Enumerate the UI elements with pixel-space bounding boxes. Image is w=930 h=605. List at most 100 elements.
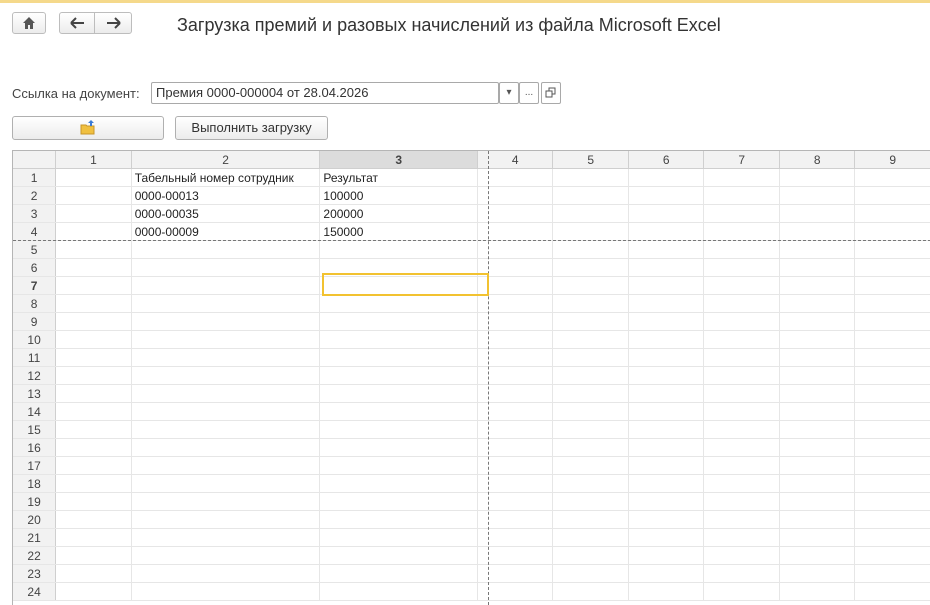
cell-r6-c6[interactable] [628, 258, 705, 277]
cell-r4-c1[interactable] [55, 222, 132, 241]
cell-r1-c2[interactable]: Табельный номер сотрудник [131, 168, 321, 187]
cell-r4-c7[interactable] [703, 222, 780, 241]
cell-r5-c3[interactable] [319, 240, 478, 259]
cell-r3-c8[interactable] [779, 204, 856, 223]
cell-r21-c6[interactable] [628, 528, 705, 547]
cell-r23-c9[interactable] [854, 564, 930, 583]
cell-r23-c2[interactable] [131, 564, 321, 583]
cell-r4-c8[interactable] [779, 222, 856, 241]
cell-r13-c7[interactable] [703, 384, 780, 403]
cell-r16-c7[interactable] [703, 438, 780, 457]
cell-r10-c9[interactable] [854, 330, 930, 349]
cell-r16-c5[interactable] [552, 438, 629, 457]
cell-r4-c9[interactable] [854, 222, 930, 241]
cell-r10-c8[interactable] [779, 330, 856, 349]
cell-r17-c3[interactable] [319, 456, 478, 475]
row-header[interactable]: 18 [13, 474, 57, 493]
cell-r23-c1[interactable] [55, 564, 132, 583]
cell-r13-c3[interactable] [319, 384, 478, 403]
cell-r24-c9[interactable] [854, 582, 930, 601]
cell-r17-c1[interactable] [55, 456, 132, 475]
cell-r22-c6[interactable] [628, 546, 705, 565]
cell-r2-c5[interactable] [552, 186, 629, 205]
row-header[interactable]: 7 [13, 276, 57, 295]
upload-button[interactable]: Выполнить загрузку [175, 116, 328, 140]
cell-r14-c2[interactable] [131, 402, 321, 421]
row-header[interactable]: 8 [13, 294, 57, 313]
cell-r12-c8[interactable] [779, 366, 856, 385]
cell-r16-c2[interactable] [131, 438, 321, 457]
row-header[interactable]: 17 [13, 456, 57, 475]
cell-r19-c7[interactable] [703, 492, 780, 511]
dropdown-button[interactable]: ▾ [499, 82, 519, 104]
cell-r1-c6[interactable] [628, 168, 705, 187]
cell-r18-c2[interactable] [131, 474, 321, 493]
cell-r12-c6[interactable] [628, 366, 705, 385]
cell-r18-c5[interactable] [552, 474, 629, 493]
cell-r9-c6[interactable] [628, 312, 705, 331]
column-header-9[interactable]: 9 [854, 151, 930, 169]
cell-r2-c8[interactable] [779, 186, 856, 205]
cell-r24-c8[interactable] [779, 582, 856, 601]
cell-r4-c3[interactable]: 150000 [319, 222, 478, 241]
row-header[interactable]: 19 [13, 492, 57, 511]
cell-r14-c9[interactable] [854, 402, 930, 421]
cell-r12-c7[interactable] [703, 366, 780, 385]
cell-r20-c1[interactable] [55, 510, 132, 529]
spreadsheet[interactable]: 123456789 1 Табельный номер сотрудник Резу… [12, 150, 930, 605]
cell-r15-c2[interactable] [131, 420, 321, 439]
cell-r12-c9[interactable] [854, 366, 930, 385]
home-button[interactable] [12, 12, 46, 34]
cell-r11-c1[interactable] [55, 348, 132, 367]
column-header-2[interactable]: 2 [131, 151, 321, 169]
row-header[interactable]: 24 [13, 582, 57, 601]
cell-r24-c3[interactable] [319, 582, 478, 601]
cell-r1-c3[interactable]: Результат [319, 168, 478, 187]
cell-r3-c2[interactable]: 0000-00035 [131, 204, 321, 223]
cell-r17-c8[interactable] [779, 456, 856, 475]
cell-r14-c5[interactable] [552, 402, 629, 421]
column-header-6[interactable]: 6 [628, 151, 705, 169]
row-header[interactable]: 14 [13, 402, 57, 421]
column-header-1[interactable]: 1 [55, 151, 132, 169]
cell-r10-c5[interactable] [552, 330, 629, 349]
cell-r1-c5[interactable] [552, 168, 629, 187]
cell-r9-c7[interactable] [703, 312, 780, 331]
row-header[interactable]: 13 [13, 384, 57, 403]
cell-r22-c5[interactable] [552, 546, 629, 565]
cell-r7-c6[interactable] [628, 276, 705, 295]
cell-r11-c3[interactable] [319, 348, 478, 367]
cell-r3-c5[interactable] [552, 204, 629, 223]
cell-r2-c3[interactable]: 100000 [319, 186, 478, 205]
cell-r13-c8[interactable] [779, 384, 856, 403]
select-button[interactable]: ... [519, 82, 539, 104]
cell-r24-c5[interactable] [552, 582, 629, 601]
cell-r24-c7[interactable] [703, 582, 780, 601]
cell-r7-c5[interactable] [552, 276, 629, 295]
cell-r17-c9[interactable] [854, 456, 930, 475]
cell-r21-c2[interactable] [131, 528, 321, 547]
cell-r2-c1[interactable] [55, 186, 132, 205]
cell-r12-c5[interactable] [552, 366, 629, 385]
cell-r20-c9[interactable] [854, 510, 930, 529]
cell-r13-c6[interactable] [628, 384, 705, 403]
cell-r20-c6[interactable] [628, 510, 705, 529]
cell-r15-c1[interactable] [55, 420, 132, 439]
back-button[interactable] [59, 12, 95, 34]
cell-r11-c6[interactable] [628, 348, 705, 367]
cell-r2-c7[interactable] [703, 186, 780, 205]
cell-r11-c9[interactable] [854, 348, 930, 367]
cell-r8-c6[interactable] [628, 294, 705, 313]
cell-r17-c6[interactable] [628, 456, 705, 475]
cell-r19-c2[interactable] [131, 492, 321, 511]
cell-r15-c7[interactable] [703, 420, 780, 439]
cell-r8-c7[interactable] [703, 294, 780, 313]
cell-r18-c8[interactable] [779, 474, 856, 493]
cell-r10-c3[interactable] [319, 330, 478, 349]
cell-r6-c9[interactable] [854, 258, 930, 277]
cell-r1-c1[interactable] [55, 168, 132, 187]
row-header[interactable]: 2 [13, 186, 57, 205]
row-header[interactable]: 5 [13, 240, 57, 259]
corner-cell[interactable] [13, 151, 57, 169]
cell-r14-c1[interactable] [55, 402, 132, 421]
